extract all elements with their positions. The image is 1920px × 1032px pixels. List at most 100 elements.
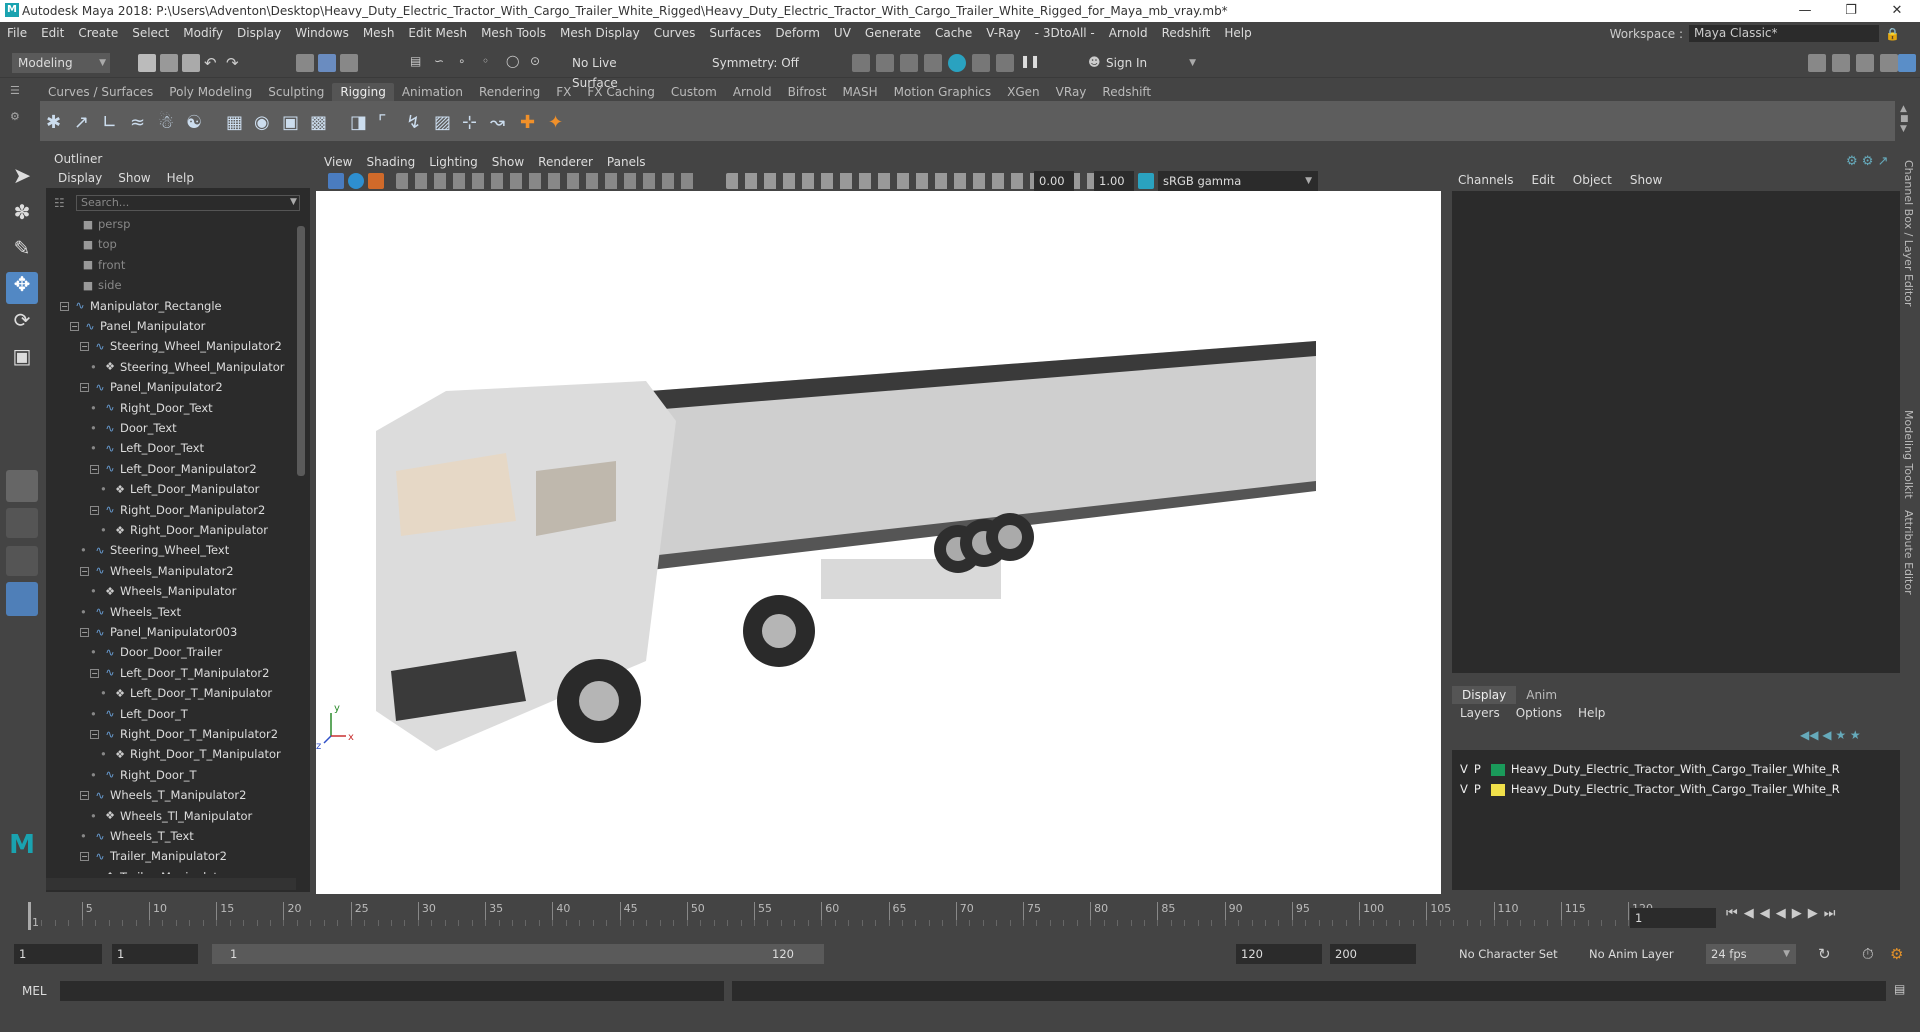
- menu-14[interactable]: UV: [827, 26, 858, 40]
- aim-constraint-icon[interactable]: ✦: [548, 112, 566, 133]
- collapse-toggle-icon[interactable]: −: [80, 342, 89, 352]
- viewport-tool-icons[interactable]: [396, 173, 696, 189]
- collapse-toggle-icon[interactable]: −: [60, 301, 69, 311]
- shelf-tab-3[interactable]: Rigging: [332, 83, 394, 101]
- layer-color-swatch[interactable]: [1490, 783, 1505, 796]
- outliner-item[interactable]: − ∿ Manipulator_Rectangle: [60, 296, 222, 316]
- render-sequence-icon[interactable]: [876, 54, 894, 72]
- collapse-toggle-icon[interactable]: −: [70, 322, 79, 331]
- single-pane-icon[interactable]: [6, 470, 38, 502]
- channel-box-header-icons[interactable]: ⚙ ⚙ ↗: [1846, 154, 1888, 169]
- viewport-menu-3[interactable]: Show: [492, 153, 524, 171]
- outliner-scrollbar[interactable]: [296, 214, 306, 874]
- select-hierarchy-icon[interactable]: [296, 54, 314, 72]
- render-settings-icon[interactable]: [924, 54, 942, 72]
- channel-menu-0[interactable]: Channels: [1458, 173, 1514, 187]
- shelf-tab-14[interactable]: VRay: [1048, 83, 1095, 101]
- shelf-menu-icon[interactable]: ☰ ⚙: [10, 84, 28, 134]
- layer-visibility-toggle[interactable]: V: [1460, 782, 1468, 796]
- channel-menu-3[interactable]: Show: [1630, 173, 1662, 187]
- minimize-icon[interactable]: —: [1782, 0, 1828, 22]
- snap-surface-icon[interactable]: ◯: [506, 54, 524, 72]
- outliner-item[interactable]: − ∿ Left_Door_T_Manipulator2: [90, 663, 269, 683]
- outliner-item[interactable]: • ❖ Wheels_Tl_Manipulator: [90, 806, 252, 826]
- shelf-tab-15[interactable]: Redshift: [1094, 83, 1159, 101]
- paint-weights-icon[interactable]: ↯: [406, 112, 424, 133]
- gamma-field[interactable]: 1.00: [1094, 171, 1134, 191]
- search-dropdown-icon[interactable]: ▼: [290, 197, 297, 207]
- layer-visibility-toggle[interactable]: V: [1460, 762, 1468, 776]
- vray-icon[interactable]: [996, 54, 1014, 72]
- attribute-editor-icon[interactable]: [1856, 54, 1874, 72]
- channel-menu-2[interactable]: Object: [1573, 173, 1612, 187]
- outliner-item[interactable]: ■ top: [68, 234, 117, 254]
- select-object-icon[interactable]: [318, 54, 336, 72]
- layer-playback-toggle[interactable]: P: [1474, 782, 1481, 796]
- shelf-tab-11[interactable]: MASH: [834, 83, 885, 101]
- outliner-item[interactable]: • ❖ Steering_Wheel_Manipulator: [90, 357, 285, 377]
- hypershade-icon[interactable]: [948, 54, 966, 72]
- layer-color-swatch[interactable]: [1490, 763, 1505, 776]
- channel-box-area[interactable]: [1452, 191, 1900, 673]
- collapse-toggle-icon[interactable]: −: [90, 464, 99, 474]
- layer-menu-2[interactable]: Help: [1578, 706, 1605, 720]
- lock-icon[interactable]: 🔒: [1885, 27, 1900, 41]
- truck-model[interactable]: y x z: [316, 191, 1441, 894]
- shelf-tab-5[interactable]: Rendering: [471, 83, 548, 101]
- symmetry-dropdown[interactable]: Symmetry: Off: [706, 53, 810, 73]
- menuset-dropdown[interactable]: Modeling ▼: [12, 53, 110, 73]
- outliner-layout-icon[interactable]: [6, 582, 38, 616]
- set-driven-key-icon[interactable]: ↝: [490, 112, 508, 133]
- snap-grid-icon[interactable]: ▤: [410, 54, 428, 72]
- search-options-icon[interactable]: ☷: [54, 196, 65, 210]
- snap-curve-icon[interactable]: ∽: [434, 54, 452, 72]
- collapse-toggle-icon[interactable]: −: [80, 852, 89, 862]
- shelf-tab-12[interactable]: Motion Graphics: [886, 83, 1000, 101]
- outliner-item[interactable]: • ∿ Left_Door_T: [90, 704, 188, 724]
- outliner-item[interactable]: • ∿ Door_Door_Trailer: [90, 642, 222, 662]
- outliner-item[interactable]: • ∿ Right_Door_T: [90, 765, 196, 785]
- channel-menu-1[interactable]: Edit: [1532, 173, 1555, 187]
- anim-layer-dropdown[interactable]: No Anim Layer: [1584, 944, 1694, 964]
- menu-19[interactable]: Arnold: [1102, 26, 1155, 40]
- viewport-menu-0[interactable]: View: [324, 153, 352, 171]
- outliner-item[interactable]: • ∿ Right_Door_Text: [90, 398, 213, 418]
- shelf-tab-4[interactable]: Animation: [394, 83, 471, 101]
- render-view-icon[interactable]: [972, 54, 990, 72]
- shelf-tab-10[interactable]: Bifrost: [780, 83, 835, 101]
- outliner-item[interactable]: − ∿ Panel_Manipulator003: [80, 622, 237, 642]
- range-slider[interactable]: 1 120: [212, 944, 824, 964]
- cluster-icon[interactable]: ◉: [254, 112, 272, 133]
- outliner-item[interactable]: • ❖ Right_Door_T_Manipulator: [100, 744, 281, 764]
- layer-tool-icons[interactable]: ◀◀ ◀ ★ ★: [1800, 728, 1861, 742]
- layer-row[interactable]: V P Heavy_Duty_Electric_Tractor_With_Cargo…: [1460, 780, 1840, 798]
- maya-home-icon[interactable]: M: [6, 830, 38, 862]
- shelf-tab-9[interactable]: Arnold: [725, 83, 780, 101]
- collapse-toggle-icon[interactable]: −: [80, 791, 89, 801]
- current-frame-marker[interactable]: [28, 902, 31, 930]
- close-icon[interactable]: ✕: [1874, 0, 1920, 22]
- snap-live-icon[interactable]: ⊙: [530, 54, 548, 72]
- shelf-scroll-icon[interactable]: ▲ ■ ▼: [1900, 104, 1909, 134]
- menu-9[interactable]: Mesh Tools: [474, 26, 553, 40]
- menu-7[interactable]: Mesh: [356, 26, 402, 40]
- viewport-menu-4[interactable]: Renderer: [538, 153, 593, 171]
- outliner-item[interactable]: ■ persp: [68, 214, 131, 234]
- outliner-item[interactable]: − ∿ Wheels_Manipulator2: [80, 561, 234, 581]
- snap-point-icon[interactable]: ∘: [458, 54, 476, 72]
- two-pane-icon[interactable]: [6, 546, 38, 576]
- scrollbar-thumb[interactable]: [297, 226, 305, 476]
- viewport-3d[interactable]: y x z: [316, 191, 1441, 894]
- menu-0[interactable]: File: [0, 26, 34, 40]
- fps-dropdown[interactable]: 24 fps ▼: [1706, 944, 1796, 964]
- menu-16[interactable]: Cache: [928, 26, 979, 40]
- select-component-icon[interactable]: [340, 54, 358, 72]
- outliner-item[interactable]: − ∿ Panel_Manipulator2: [80, 377, 223, 397]
- outliner-item[interactable]: • ❖ Left_Door_T_Manipulator: [100, 683, 272, 703]
- outliner-item[interactable]: • ❖ Right_Door_Manipulator: [100, 520, 268, 540]
- viewport-menu-1[interactable]: Shading: [366, 153, 415, 171]
- menu-2[interactable]: Create: [71, 26, 125, 40]
- lattice-icon[interactable]: ▦: [226, 112, 244, 133]
- scale-tool-icon[interactable]: ▣: [6, 344, 38, 376]
- render-frame-icon[interactable]: [852, 54, 870, 72]
